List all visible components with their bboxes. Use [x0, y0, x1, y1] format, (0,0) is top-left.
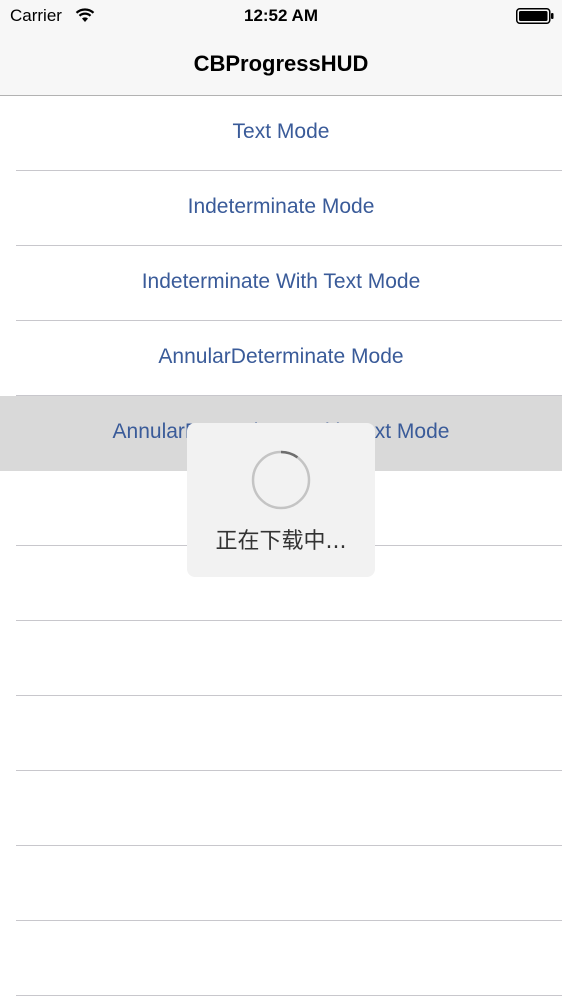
screen: Carrier 12:52 AM CBProgressHUD Text Mode… [0, 0, 562, 1000]
table-row[interactable] [0, 921, 562, 996]
table-row[interactable]: Indeterminate Mode [0, 171, 562, 246]
table-row[interactable] [0, 846, 562, 921]
row-label: AnnularDeterminate Mode [158, 345, 404, 368]
row-label: Indeterminate Mode [187, 195, 375, 218]
nav-title: CBProgressHUD [193, 51, 369, 76]
navigation-bar: CBProgressHUD [0, 32, 562, 96]
table-row[interactable]: Indeterminate With Text Mode [0, 246, 562, 321]
row-label: Text Mode [232, 120, 330, 143]
status-bar: Carrier 12:52 AM [0, 0, 562, 32]
hud-message: 正在下载中... [215, 529, 347, 554]
progress-hud: 正在下载中... [187, 423, 375, 577]
table-row[interactable] [0, 696, 562, 771]
table-row[interactable] [0, 621, 562, 696]
row-separator [16, 995, 562, 996]
progress-arc [280, 450, 299, 459]
row-label: Indeterminate With Text Mode [141, 270, 421, 293]
table-row[interactable]: AnnularDeterminate Mode [0, 321, 562, 396]
table-row[interactable] [0, 771, 562, 846]
table-row[interactable]: Text Mode [0, 96, 562, 171]
clock: 12:52 AM [243, 6, 318, 25]
spinner-icon [251, 450, 311, 510]
battery-icon [516, 8, 554, 24]
